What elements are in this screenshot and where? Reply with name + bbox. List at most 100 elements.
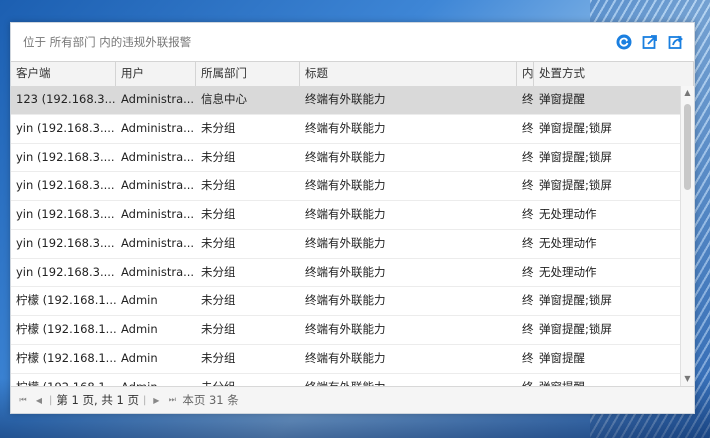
column-header-action[interactable]: 处置方式 [534,62,694,86]
export-icon[interactable] [642,34,658,50]
cell-client: 柠檬 (192.168.1... [11,374,116,387]
cell-title: 终端有外联能力 [300,374,517,387]
cell-title: 终端有外联能力 [305,322,386,336]
cell-title: 终端有外联能力 [305,350,386,365]
cell-title: 终端有外联能力 [305,92,386,106]
cell-inner: 终 [522,149,534,164]
cell-department: 未分组 [201,350,236,365]
cell-inner: 终 [522,120,534,135]
cell-user: Admin [121,350,158,365]
cell-inner: 终 [522,264,534,279]
panel-header: 位于 所有部门 内的违规外联报警 [11,23,694,61]
column-header-department[interactable]: 所属部门 [196,62,300,86]
alarm-panel: 位于 所有部门 内的违规外联报警 客户端 用户 所属部门 标题 内 处置方式 1… [10,22,695,414]
header-icons [616,34,684,50]
grid-header: 客户端 用户 所属部门 标题 内 处置方式 [11,61,694,87]
cell-department: 未分组 [201,264,236,279]
pager-separator: | [49,394,53,406]
cell-client: yin (192.168.3.... [16,178,115,193]
cell-user: Admin [121,322,158,336]
cell-client: yin (192.168.3.... [16,235,115,250]
cell-department: 未分组 [201,235,236,250]
table-row[interactable]: yin (192.168.3.... Administra... 未分组 终端有外联能… [11,115,681,144]
next-page-icon[interactable]: ▶ [150,396,162,405]
cell-action: 弹窗提醒;锁屏 [539,178,612,193]
grid-body: 123 (192.168.3.... Administra... 信息中心 终端有外联… [11,86,681,386]
table-row[interactable]: 123 (192.168.3.... Administra... 信息中心 终端有外联… [11,86,681,115]
cell-department: 未分组 [196,374,300,387]
table-row[interactable]: yin (192.168.3.... Administra... 未分组 终端有外联能… [11,230,681,259]
cell-department: 未分组 [201,149,236,164]
cell-user: Administra... [121,178,195,193]
cell-action: 弹窗提醒 [534,374,681,387]
pager: ⏮ ◀ | 第 1 页, 共 1 页 | ▶ ⏭ 本页 31 条 [11,386,694,413]
cell-inner: 终 [522,235,534,250]
cell-user: Administra... [121,235,195,250]
column-header-user[interactable]: 用户 [116,62,196,86]
table-row[interactable]: 柠檬 (192.168.1... Admin 未分组 终端有外联能力 终弹窗提醒 [11,345,681,374]
cell-department: 未分组 [201,120,236,135]
cell-title: 终端有外联能力 [305,178,386,193]
table-row[interactable]: 柠檬 (192.168.1... Admin 未分组 终端有外联能力 终弹窗提醒;锁屏 [11,287,681,316]
column-header-title[interactable]: 标题 [300,62,517,86]
cell-title: 终端有外联能力 [305,293,386,308]
cell-user: Administra... [121,207,195,221]
cell-department: 未分组 [201,293,236,308]
table-row[interactable]: 柠檬 (192.168.1...Admin未分组终端有外联能力终弹窗提醒 [11,374,681,387]
cell-inner: 终 [522,178,534,193]
cell-title: 终端有外联能力 [305,264,386,279]
cell-action: 无处理动作 [539,207,597,221]
pager-separator: | [142,394,147,406]
table-row[interactable]: yin (192.168.3.... Administra... 未分组 终端有外联能… [11,201,681,230]
row-count: 本页 31 条 [182,393,239,407]
column-header-inner[interactable]: 内 [517,62,534,86]
first-page-icon[interactable]: ⏮ [17,395,29,405]
prev-page-icon[interactable]: ◀ [33,396,45,405]
cell-title: 终端有外联能力 [305,149,386,164]
cell-action: 弹窗提醒;锁屏 [539,293,612,308]
cell-action: 弹窗提醒;锁屏 [539,120,612,135]
cell-user: Admin [116,374,196,387]
share-icon[interactable] [668,34,684,50]
cell-user: Administra... [121,264,195,279]
cell-action: 无处理动作 [539,235,597,250]
cell-inner: 终 [517,374,534,387]
scroll-up-icon[interactable]: ▲ [681,86,694,100]
table-row[interactable]: yin (192.168.3.... Administra... 未分组 终端有外联能… [11,172,681,201]
cell-client: yin (192.168.3.... [16,149,115,164]
cell-client: yin (192.168.3.... [16,207,115,221]
scroll-down-icon[interactable]: ▼ [681,372,694,386]
cell-client: 柠檬 (192.168.1... [16,293,116,308]
cell-action: 弹窗提醒;锁屏 [539,322,612,336]
cell-user: Admin [121,293,158,308]
cell-inner: 终 [522,92,534,106]
last-page-icon[interactable]: ⏭ [166,395,178,405]
cell-action: 无处理动作 [539,264,597,279]
page-info: 第 1 页, 共 1 页 [56,393,139,407]
table-row[interactable]: 柠檬 (192.168.1... Admin 未分组 终端有外联能力 终弹窗提醒;锁屏 [11,316,681,345]
column-header-client[interactable]: 客户端 [11,62,116,86]
cell-department: 信息中心 [201,92,247,106]
cell-client: 123 (192.168.3.... [16,92,116,106]
cell-action: 弹窗提醒;锁屏 [539,149,612,164]
cell-department: 未分组 [201,207,236,221]
cell-inner: 终 [522,322,534,336]
scroll-thumb[interactable] [684,104,691,190]
cell-action: 弹窗提醒 [539,92,585,106]
cell-user: Administra... [121,149,195,164]
cell-inner: 终 [522,207,534,221]
cell-user: Administra... [121,92,195,106]
cell-title: 终端有外联能力 [305,207,386,221]
panel-title: 位于 所有部门 内的违规外联报警 [23,35,192,49]
vertical-scrollbar[interactable]: ▲ ▼ [680,86,694,386]
cell-action: 弹窗提醒 [539,350,585,365]
cell-client: 柠檬 (192.168.1... [16,322,116,336]
refresh-icon[interactable] [616,34,632,50]
cell-inner: 终 [522,350,534,365]
table-row[interactable]: yin (192.168.3.... Administra... 未分组 终端有外联能… [11,259,681,288]
table-row[interactable]: yin (192.168.3.... Administra... 未分组 终端有外联能… [11,144,681,173]
cell-client: yin (192.168.3.... [16,264,115,279]
cell-title: 终端有外联能力 [305,120,386,135]
cell-client: yin (192.168.3.... [16,120,115,135]
cell-client: 柠檬 (192.168.1... [16,350,116,365]
